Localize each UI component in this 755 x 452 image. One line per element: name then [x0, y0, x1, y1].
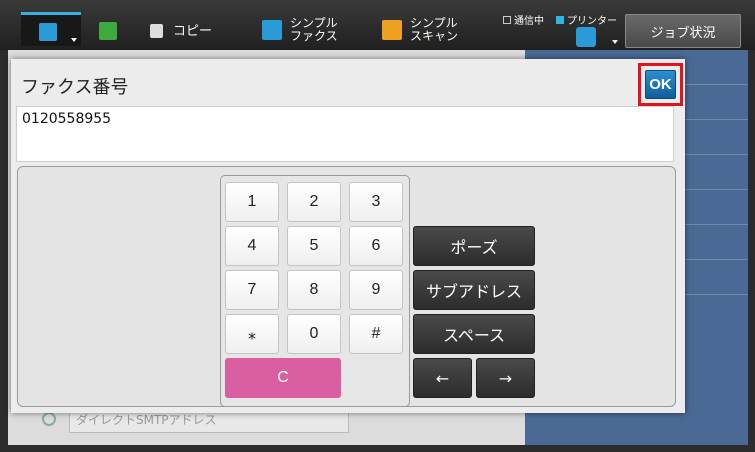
simple-scan-label-2: スキャン: [410, 29, 459, 43]
numeric-keypad: 1 2 3 4 5 6 7 8 9 ⁎ 0 # C: [220, 175, 410, 407]
fax-number-dialog: ファクス番号 OK 0120558955 1 2 3 4 5 6 7 8 9 ⁎…: [11, 59, 685, 413]
copy-button[interactable]: コピー: [150, 24, 212, 38]
status-comm: 通信中: [503, 12, 544, 27]
key-4[interactable]: 4: [225, 226, 279, 266]
dropdown-arrow-icon: [71, 38, 77, 42]
fax-icon: [39, 23, 57, 41]
job-status-button[interactable]: ジョブ状況: [625, 14, 741, 48]
cursor-left-button[interactable]: ←: [413, 358, 472, 398]
dialog-title: ファクス番号: [21, 77, 129, 98]
clear-button[interactable]: C: [225, 358, 341, 398]
pause-button[interactable]: ポーズ: [413, 226, 535, 266]
simple-fax-button[interactable]: シンプル ファクス: [262, 17, 338, 43]
printer-indicator-icon: [556, 15, 564, 24]
quick-copy-icon-button[interactable]: [99, 22, 117, 40]
simple-scan-button[interactable]: シンプル スキャン: [382, 17, 458, 43]
copy-green-icon: [99, 22, 117, 40]
status-printer: プリンター: [556, 12, 617, 27]
home-fax-button[interactable]: [21, 12, 81, 46]
cursor-right-button[interactable]: →: [476, 358, 535, 398]
key-asterisk[interactable]: ⁎: [225, 314, 279, 354]
key-0[interactable]: 0: [287, 314, 341, 354]
top-bar: コピー シンプル ファクス シンプル スキャン 通信中 プリンター ジョブ状況: [0, 0, 755, 50]
status-comm-label: 通信中: [514, 16, 544, 27]
key-5[interactable]: 5: [287, 226, 341, 266]
key-2[interactable]: 2: [287, 182, 341, 222]
status-printer-label: プリンター: [567, 16, 617, 27]
key-8[interactable]: 8: [287, 270, 341, 310]
key-7[interactable]: 7: [225, 270, 279, 310]
wifi-icon[interactable]: [576, 27, 596, 47]
fax-number-input[interactable]: 0120558955: [16, 106, 674, 162]
simple-fax-label-2: ファクス: [290, 29, 338, 43]
ok-button[interactable]: OK: [645, 70, 676, 99]
copy-icon: [150, 24, 163, 38]
space-button[interactable]: スペース: [413, 314, 535, 354]
subaddress-button[interactable]: サブアドレス: [413, 270, 535, 310]
key-3[interactable]: 3: [349, 182, 403, 222]
wifi-dropdown-icon: [612, 40, 618, 44]
key-6[interactable]: 6: [349, 226, 403, 266]
key-9[interactable]: 9: [349, 270, 403, 310]
copy-label: コピー: [173, 23, 213, 39]
simple-scan-icon: [382, 20, 402, 40]
comm-indicator-icon: [503, 15, 511, 24]
globe-icon: [42, 412, 56, 426]
job-status-label: ジョブ状況: [650, 25, 716, 41]
simple-fax-icon: [262, 20, 282, 40]
key-1[interactable]: 1: [225, 182, 279, 222]
key-hash[interactable]: #: [349, 314, 403, 354]
ok-highlight-frame: OK: [638, 63, 683, 106]
